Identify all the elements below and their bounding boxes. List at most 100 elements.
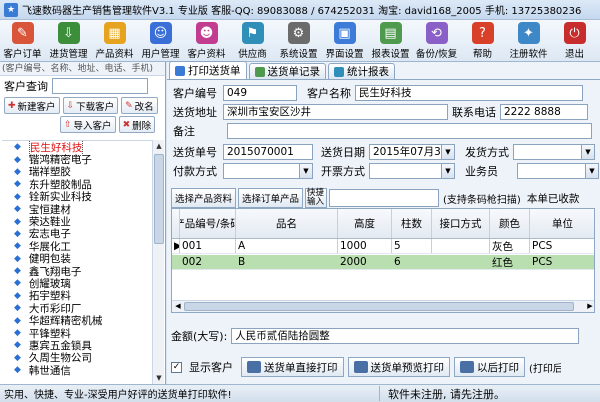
scroll-up-icon[interactable]: ▲ — [153, 140, 165, 152]
grid-cell[interactable]: A — [236, 239, 338, 253]
customer-list-item[interactable]: ◆ 华展化工 — [2, 240, 152, 253]
invoice-select[interactable]: ▼ — [369, 163, 455, 179]
toolbar-backup-button[interactable]: ⟲ 备份/恢复 — [414, 20, 460, 62]
remark-field[interactable] — [227, 123, 592, 139]
toolbar-order-button[interactable]: ✎ 客户订单 — [0, 20, 46, 62]
grid-cell[interactable]: 2000 — [338, 255, 392, 269]
sales-select[interactable]: ▼ — [517, 163, 599, 179]
import-customer-button[interactable]: ⇧ 导入客户 — [60, 116, 116, 133]
date-picker[interactable]: 2015年07月30日 ▼ — [369, 144, 455, 160]
customer-list-item[interactable]: ◆ 创耀玻璃 — [2, 277, 152, 290]
toolbar-supplier-button[interactable]: ⚑ 供应商 — [230, 20, 276, 62]
grid-cell[interactable]: PCS — [530, 239, 594, 253]
toolbar-user-button[interactable]: ☺ 用户管理 — [138, 20, 184, 62]
toolbar-report-button[interactable]: ▤ 报表设置 — [368, 20, 414, 62]
customer-list-scrollbar[interactable]: ▲ ▼ — [152, 140, 164, 384]
preview-print-button[interactable]: 送货单预览打印 — [347, 357, 450, 377]
tab-statistics[interactable]: 统计报表 — [328, 63, 395, 79]
grid-cell[interactable] — [432, 255, 490, 269]
tab-print-delivery[interactable]: 打印送货单 — [169, 61, 247, 79]
customer-list-item[interactable]: ◆ 宝恒建材 — [2, 203, 152, 216]
scroll-down-icon[interactable]: ▼ — [153, 372, 165, 384]
scroll-left-icon[interactable]: ◀ — [172, 301, 184, 312]
grid-cell[interactable]: 红色 — [490, 255, 530, 269]
customer-list-item[interactable]: ◆ 铨新实业科技 — [2, 191, 152, 203]
diamond-icon: ◆ — [14, 253, 21, 264]
rename-icon: ✎ — [125, 100, 133, 111]
diamond-icon: ◆ — [14, 278, 21, 289]
grid-row[interactable]: ▶001A10005 灰色PCS — [172, 239, 594, 254]
pay-select[interactable]: ▼ — [223, 163, 313, 179]
toolbar-interface-button[interactable]: ▣ 界面设置 — [322, 20, 368, 62]
select-order-button[interactable]: 选择订单产品 — [238, 188, 304, 208]
grid-cell[interactable]: 5 — [392, 239, 432, 253]
customer-list-item[interactable]: ◆ 华超辉精密机械 — [2, 314, 152, 327]
grid-cell[interactable] — [432, 239, 490, 253]
grid-cell[interactable] — [172, 255, 180, 269]
grid-scroll-thumb[interactable] — [184, 302, 574, 311]
grid-horizontal-scrollbar[interactable]: ◀ ▶ — [172, 300, 594, 312]
toolbar-product-button[interactable]: ▦ 产品资料 — [92, 20, 138, 62]
direct-print-button[interactable]: 送货单直接打印 — [241, 357, 344, 377]
grid-cell[interactable]: 1000 — [338, 239, 392, 253]
show-customer-checkbox[interactable]: ✓ — [171, 361, 182, 373]
grid-column-header[interactable]: 颜色 — [490, 209, 530, 238]
order-no-field[interactable]: 2015070001 — [223, 144, 313, 160]
phone-field[interactable]: 2222 8888 — [500, 104, 588, 120]
download-customer-button[interactable]: ⇩ 下载客户 — [62, 97, 119, 114]
chevron-down-icon[interactable]: ▼ — [441, 145, 454, 159]
tab-delivery-records[interactable]: 送货单记录 — [248, 63, 326, 79]
toolbar-exit-button[interactable]: ⏻ 退出 — [552, 20, 598, 62]
grid-column-header[interactable]: 接口方式 — [432, 209, 490, 238]
grid-cell[interactable]: ▶ — [172, 239, 180, 253]
customer-actions-row1: ✚ 新建客户 ⇩ 下载客户 ✎ 改名 — [0, 96, 165, 115]
grid-cell[interactable]: B — [236, 255, 338, 269]
customer-list-item[interactable]: ◆ 荣达鞋业 — [2, 215, 152, 228]
diamond-icon: ◆ — [14, 266, 21, 277]
customer-list-item[interactable]: ◆ 久周生物公司 — [2, 352, 152, 364]
cust-name-field[interactable]: 民生好科技 — [355, 85, 583, 101]
ship-select[interactable]: ▼ — [513, 144, 595, 160]
show-customer-label: 显示客户 — [189, 361, 233, 374]
chevron-down-icon[interactable]: ▼ — [581, 145, 594, 159]
grid-column-header[interactable]: 高度 — [338, 209, 392, 238]
rename-button[interactable]: ✎ 改名 — [121, 97, 158, 114]
customer-list-item[interactable]: ◆ 宏志电子 — [2, 228, 152, 240]
later-print-button[interactable]: 以后打印 — [454, 357, 525, 377]
chevron-down-icon[interactable]: ▼ — [299, 164, 312, 178]
grid-column-header[interactable]: 品名 — [236, 209, 338, 238]
grid-column-header[interactable]: 单位 — [530, 209, 594, 238]
scroll-thumb[interactable] — [154, 154, 164, 244]
grid-cell[interactable]: 6 — [392, 255, 432, 269]
toolbar-settings-button[interactable]: ⚙ 系统设置 — [276, 20, 322, 62]
customer-search-input[interactable] — [52, 78, 148, 94]
chevron-down-icon[interactable]: ▼ — [585, 164, 598, 178]
select-product-button[interactable]: 选择产品资料 — [171, 188, 237, 208]
customer-list-item[interactable]: ◆ 鑫飞翔电子 — [2, 265, 152, 278]
toolbar-customer-button[interactable]: ☻ 客户资料 — [184, 20, 230, 62]
grid-cell[interactable]: PCS — [530, 255, 594, 269]
scroll-right-icon[interactable]: ▶ — [584, 301, 594, 312]
print-hint: (打印后自 — [529, 363, 561, 375]
diamond-icon: ◆ — [14, 179, 21, 190]
grid-column-header[interactable] — [172, 209, 180, 238]
grid-cell[interactable]: 002 — [180, 255, 236, 269]
customer-list-item[interactable]: ◆ 韩世通信 — [2, 364, 152, 377]
grid-cell[interactable]: 001 — [180, 239, 236, 253]
grid-column-header[interactable]: 柱数 — [392, 209, 432, 238]
chevron-down-icon[interactable]: ▼ — [441, 164, 454, 178]
customer-list-item[interactable]: ◆ 锴鸿精密电子 — [2, 153, 152, 166]
delete-button[interactable]: ✖ 删除 — [118, 116, 156, 133]
addr-field[interactable]: 深圳市宝安区沙井 — [223, 104, 448, 120]
grid-row[interactable]: 002 B 2000 6 红色 PCS — [172, 255, 594, 270]
exit-icon: ⏻ — [563, 22, 586, 44]
grid-cell[interactable]: 灰色 — [490, 239, 530, 253]
new-customer-button[interactable]: ✚ 新建客户 — [4, 97, 60, 114]
toolbar-register-button[interactable]: ✦ 注册软件 — [506, 20, 552, 62]
diamond-icon: ◆ — [14, 328, 21, 339]
cust-no-field[interactable]: 049 — [223, 85, 297, 101]
grid-column-header[interactable]: 产品编号/条码 — [180, 209, 236, 238]
toolbar-purchase-button[interactable]: ⇩ 进货管理 — [46, 20, 92, 62]
toolbar-help-button[interactable]: ? 帮助 — [460, 20, 506, 62]
barcode-input[interactable] — [329, 189, 440, 207]
